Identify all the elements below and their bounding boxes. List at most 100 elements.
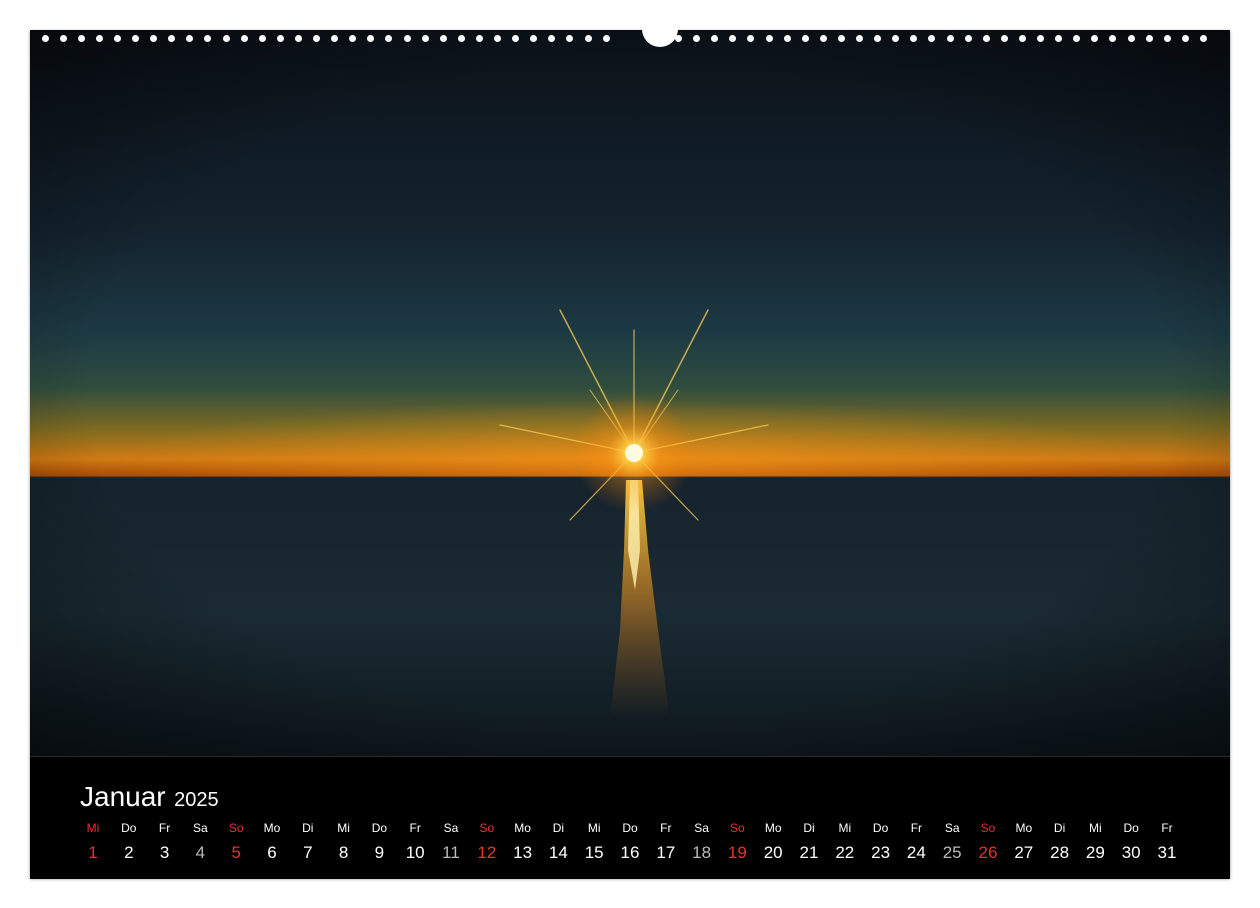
weekday-label: Fr (1161, 821, 1173, 835)
binding-hole (439, 35, 447, 42)
weekday-label: Mo (263, 821, 281, 835)
binding-hole (204, 35, 212, 42)
binding-hole (982, 35, 990, 42)
calendar-page: Januar 2025 Mi 1 Do 2 Fr 3 Sa 4 So 5 Mo 6 Di 7 Mi 8 Do 9 F… (30, 30, 1230, 879)
weekday-label: Mo (514, 821, 531, 835)
day-number: 14 (548, 843, 568, 862)
day-number: 18 (692, 843, 712, 862)
binding-hole (765, 35, 773, 42)
weekday-label: Di (803, 821, 815, 835)
binding-hole (331, 35, 339, 42)
binding-hole (385, 35, 393, 42)
weekday-label: Sa (443, 821, 459, 835)
day-number: 11 (442, 843, 460, 862)
day-number: 23 (871, 843, 891, 862)
binding-hole (837, 35, 845, 42)
weekday-label: So (228, 821, 244, 835)
sunset-photo (30, 30, 1230, 756)
binding-hole (258, 35, 266, 42)
binding-hole (494, 35, 501, 42)
weekday-label: Di (1053, 821, 1066, 835)
binding-hole (548, 35, 556, 42)
spiral-binding (30, 16, 1230, 47)
weekday-label: Mi (587, 821, 601, 835)
weekday-label: Do (872, 821, 889, 835)
weekday-label: Fr (660, 821, 672, 835)
calendar-footer: Januar 2025 Mi 1 Do 2 Fr 3 Sa 4 So 5 Mo 6 Di 7 Mi 8 Do 9 F… (30, 756, 1230, 879)
binding-hole (1000, 35, 1008, 42)
weekday-label: Fr (158, 821, 171, 835)
binding-hole (602, 35, 610, 42)
binding-hole (475, 35, 483, 42)
binding-hole (874, 35, 882, 42)
binding-hole (1199, 35, 1207, 42)
weekday-label: Mi (86, 821, 100, 835)
binding-hole (457, 35, 465, 42)
weekday-label: Di (302, 821, 314, 835)
weekday-label: Do (121, 821, 137, 835)
day-number: 31 (1157, 843, 1177, 862)
day-number: 8 (338, 843, 349, 862)
day-number: 21 (799, 843, 819, 862)
binding-hole (819, 35, 827, 42)
weekday-label: Sa (694, 821, 709, 835)
day-number: 30 (1121, 843, 1141, 862)
binding-hole (928, 35, 936, 42)
binding-hole (1127, 35, 1135, 42)
weekday-label: So (980, 821, 996, 835)
weekday-label: Fr (910, 821, 923, 835)
day-number: 17 (656, 843, 676, 862)
binding-hole (1163, 35, 1171, 42)
binding-hole (964, 35, 972, 42)
day-number: 19 (727, 843, 747, 862)
binding-hole (512, 35, 520, 42)
binding-hole (59, 35, 67, 42)
day-number: 29 (1085, 843, 1105, 862)
weekday-label: Do (371, 821, 388, 835)
binding-hole (150, 35, 158, 42)
binding-hole (367, 35, 375, 42)
binding-hole (856, 35, 863, 42)
binding-hole (1073, 35, 1081, 42)
binding-hole (801, 35, 809, 42)
binding-hole (711, 35, 719, 42)
day-number: 1 (88, 843, 98, 862)
binding-hole (222, 35, 230, 42)
day-number: 28 (1050, 843, 1070, 862)
day-number: 6 (267, 843, 277, 862)
binding-hole (584, 35, 592, 42)
weekday-label: Mi (1089, 821, 1102, 835)
binding-hole (168, 35, 176, 42)
binding-hole (892, 35, 900, 42)
binding-hole (747, 35, 755, 42)
binding-hole (95, 35, 103, 42)
binding-hole (41, 35, 49, 42)
weekday-label: Mo (764, 821, 782, 835)
day-number: 2 (124, 843, 134, 862)
day-number: 25 (942, 843, 962, 862)
day-number: 16 (620, 843, 640, 862)
day-number: 26 (978, 843, 998, 862)
day-number: 12 (477, 843, 497, 862)
binding-hole (1091, 35, 1099, 42)
day-number: 22 (835, 843, 855, 862)
binding-hole (403, 35, 411, 42)
weekday-label: Do (1123, 821, 1139, 835)
binding-hole (1145, 35, 1153, 42)
day-number: 24 (906, 843, 926, 862)
binding-hole (910, 35, 918, 42)
binding-hole (349, 35, 357, 42)
day-number: 27 (1014, 843, 1034, 862)
binding-hole (186, 35, 194, 42)
weekday-label: Mi (337, 821, 350, 835)
binding-hole (530, 35, 538, 42)
binding-hole (421, 35, 429, 42)
binding-hole (1018, 35, 1026, 42)
binding-hole (240, 35, 248, 42)
weekday-label: So (479, 821, 495, 835)
day-number: 9 (374, 843, 385, 862)
binding-hole (113, 35, 121, 42)
day-number: 4 (195, 843, 206, 862)
binding-hole (675, 35, 682, 42)
day-number: 15 (584, 843, 604, 862)
